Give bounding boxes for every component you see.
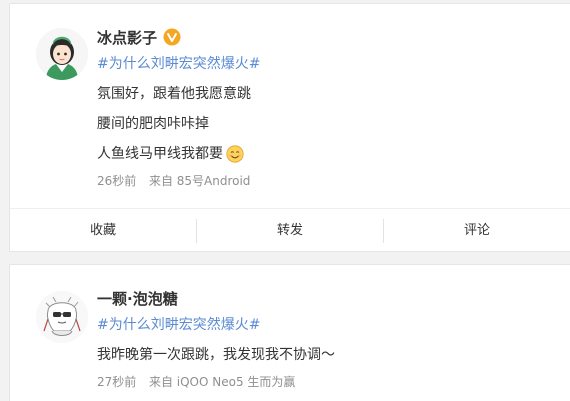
repost-button[interactable]: 转发 [197,218,383,244]
post-time[interactable]: 27秒前 [97,373,136,391]
avatar-sketch-icon [36,291,88,343]
weibo-feed: 冰点影子 #为什么刘畊宏突然爆火# 氛围好，跟着他我愿意跳 腰间的肥肉咔咔掉 人… [0,0,570,401]
user-avatar[interactable] [36,28,88,80]
post-text-line: 氛围好，跟着他我愿意跳 [97,86,251,102]
favorite-button[interactable]: 收藏 [10,218,196,244]
username[interactable]: 冰点影子 [97,27,157,48]
post-body: 一颗·泡泡糖 #为什么刘畊宏突然爆火# 我昨晚第一次跟跳，我发现我不协调～ 27… [97,287,560,391]
post-source: 来自 iQOO Neo5 生而为赢 [148,375,296,389]
post-text-line: 我昨晚第一次跟跳，我发现我不协调～ [97,347,335,363]
post-card: 冰点影子 #为什么刘畊宏突然爆火# 氛围好，跟着他我愿意跳 腰间的肥肉咔咔掉 人… [9,3,570,252]
username[interactable]: 一颗·泡泡糖 [97,288,178,309]
hashtag-link[interactable]: #为什么刘畊宏突然爆火# [97,315,560,335]
post-source: 来自 85号Android [148,174,251,188]
post-text: 人鱼线马甲线我都要 [97,146,223,162]
smile-emoji-icon [226,145,244,163]
post-meta: 26秒前 来自 85号Android [97,172,560,190]
verified-badge-icon [163,28,181,46]
hashtag-link[interactable]: #为什么刘畊宏突然爆火# [97,54,560,74]
post-text-line-with-emoji: 人鱼线马甲线我都要 [97,144,560,164]
avatar-girl-icon [36,28,88,80]
user-avatar[interactable] [36,291,88,343]
post-action-bar: 收藏 转发 评论 [10,208,570,252]
comment-button[interactable]: 评论 [384,218,570,244]
post-time[interactable]: 26秒前 [97,172,136,190]
post-body: 冰点影子 #为什么刘畊宏突然爆火# 氛围好，跟着他我愿意跳 腰间的肥肉咔咔掉 人… [97,26,560,190]
username-row: 一颗·泡泡糖 [97,287,560,309]
post-text-line: 腰间的肥肉咔咔掉 [97,116,209,132]
post-meta: 27秒前 来自 iQOO Neo5 生而为赢 [97,373,560,391]
username-row: 冰点影子 [97,26,560,48]
post-card: 一颗·泡泡糖 #为什么刘畊宏突然爆火# 我昨晚第一次跟跳，我发现我不协调～ 27… [9,264,570,401]
